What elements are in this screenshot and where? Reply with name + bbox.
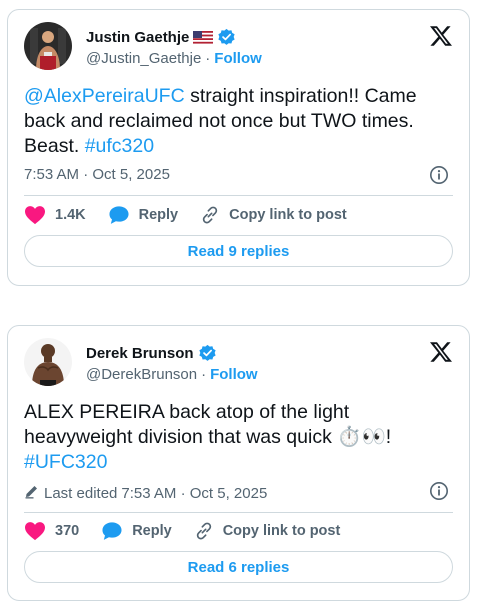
x-logo-icon[interactable] [429, 24, 453, 48]
heart-icon [25, 206, 45, 225]
follow-button[interactable]: Follow [214, 50, 262, 67]
author-handle[interactable]: @Justin_Gaethje [86, 50, 201, 67]
x-logo-icon[interactable] [429, 340, 453, 364]
author-name[interactable]: Derek Brunson [86, 345, 194, 362]
verified-badge-icon [198, 344, 217, 363]
tweet-text: ALEX PEREIRA back atop of the light heav… [24, 400, 444, 475]
author-handle[interactable]: @DerekBrunson [86, 366, 197, 383]
copy-link-button[interactable]: Copy link to post [200, 205, 347, 225]
avatar[interactable] [24, 22, 72, 70]
divider [24, 195, 453, 196]
info-icon[interactable] [429, 165, 449, 185]
tweet-card[interactable]: Derek Brunson @DerekBrunson · Follow ALEX … [7, 325, 470, 601]
pencil-icon [24, 483, 40, 503]
reply-button[interactable]: Reply [108, 205, 179, 225]
timestamp[interactable]: 7:53 AM · Oct 5, 2025 [121, 485, 267, 502]
copy-link-button[interactable]: Copy link to post [194, 521, 341, 541]
divider [24, 512, 453, 513]
reply-label: Reply [138, 207, 179, 223]
tweet-body: ALEX PEREIRA back atop of the light heav… [24, 401, 392, 448]
avatar[interactable] [24, 338, 72, 386]
separator: · [201, 366, 207, 383]
verified-badge-icon [217, 28, 236, 47]
like-count: 370 [55, 523, 80, 539]
read-replies-button[interactable]: Read 6 replies [24, 551, 453, 583]
tweet-text: @AlexPereiraUFC straight inspiration!! C… [24, 84, 444, 159]
copy-link-label: Copy link to post [229, 207, 347, 223]
reply-button[interactable]: Reply [101, 521, 172, 541]
info-icon[interactable] [429, 481, 449, 501]
hashtag-link[interactable]: #ufc320 [85, 135, 154, 157]
link-icon [202, 206, 218, 224]
like-button[interactable]: 1.4K [24, 205, 86, 225]
heart-icon [25, 522, 45, 541]
hashtag-link[interactable]: #UFC320 [24, 451, 107, 473]
tweet-card[interactable]: Justin Gaethje @Justin_Gaethje·Follow [7, 9, 470, 286]
like-count: 1.4K [55, 207, 86, 223]
author-name[interactable]: Justin Gaethje [86, 29, 189, 46]
reply-bubble-icon [102, 522, 122, 540]
follow-button[interactable]: Follow [210, 366, 258, 383]
copy-link-label: Copy link to post [222, 523, 341, 539]
us-flag-icon [193, 31, 214, 44]
timestamp[interactable]: 7:53 AM · Oct 5, 2025 [24, 166, 170, 183]
link-icon [196, 522, 211, 540]
mention-link[interactable]: @AlexPereiraUFC [24, 85, 185, 107]
reply-bubble-icon [109, 206, 129, 224]
reply-label: Reply [132, 523, 172, 539]
edited-label: Last edited [44, 484, 118, 502]
like-button[interactable]: 370 [24, 521, 79, 541]
separator: · [205, 50, 211, 67]
read-replies-button[interactable]: Read 9 replies [24, 235, 453, 267]
